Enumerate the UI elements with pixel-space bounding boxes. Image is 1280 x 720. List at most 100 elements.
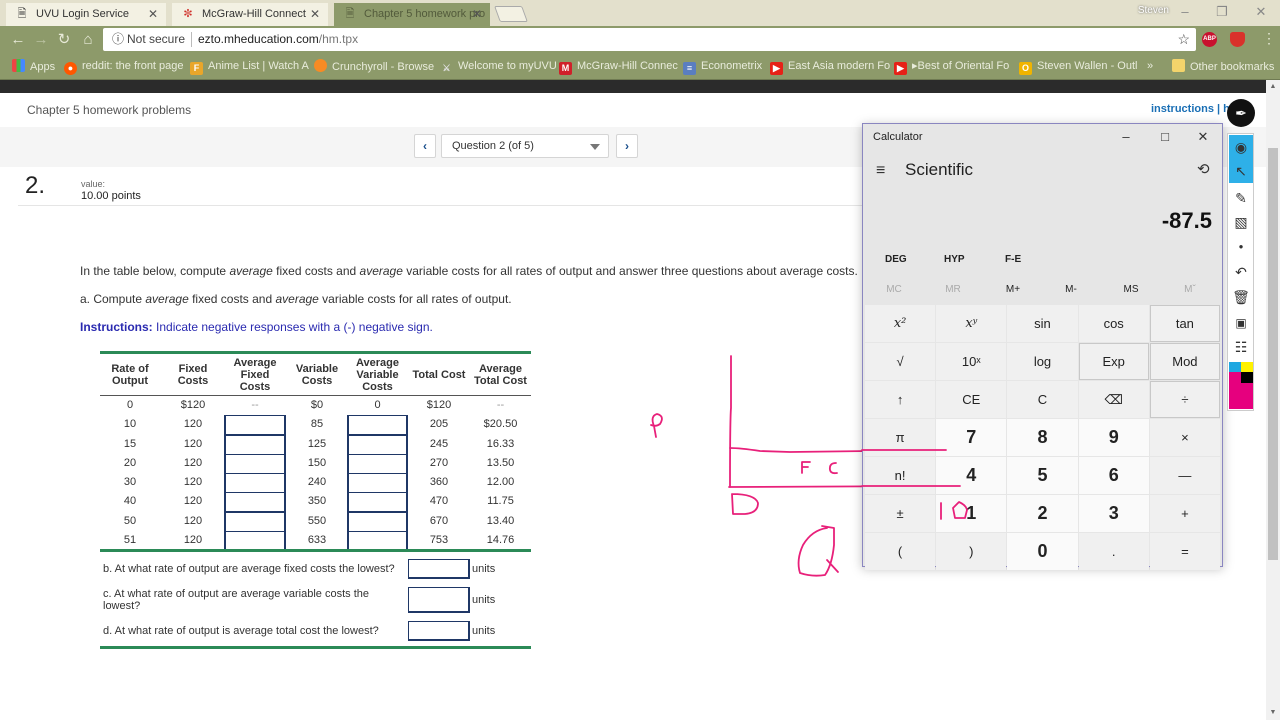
eraser-icon[interactable]: ▧: [1229, 210, 1253, 234]
key-equals[interactable]: =: [1149, 533, 1220, 570]
key-multiply[interactable]: ×: [1149, 419, 1220, 456]
key-eight[interactable]: 8: [1007, 419, 1078, 456]
key-nine[interactable]: 9: [1078, 419, 1149, 456]
memory-m-minus-button[interactable]: M-: [1046, 284, 1096, 295]
deg-toggle[interactable]: DEG: [885, 254, 907, 265]
key-sqrt[interactable]: √: [865, 343, 936, 380]
next-question-button[interactable]: ›: [616, 134, 638, 158]
key-tan[interactable]: tan: [1149, 305, 1220, 342]
question-c-answer-input[interactable]: [408, 587, 470, 613]
bookmark-star-icon[interactable]: ☆: [1177, 28, 1190, 51]
bookmark-apps[interactable]: Apps: [12, 59, 55, 74]
calculator-minimize-icon[interactable]: –: [1111, 127, 1141, 147]
bookmark-reddit[interactable]: ● reddit: the front page: [64, 59, 184, 75]
key-close-paren[interactable]: ): [936, 533, 1007, 570]
key-three[interactable]: 3: [1078, 495, 1149, 532]
key-pi[interactable]: π: [865, 419, 936, 456]
key-decimal[interactable]: .: [1078, 533, 1149, 570]
color-swatch-cyan[interactable]: [1229, 362, 1241, 372]
new-tab-button[interactable]: [494, 6, 528, 22]
key-ten-power[interactable]: 10ˣ: [936, 343, 1007, 380]
color-swatch-black[interactable]: [1241, 372, 1253, 383]
key-add[interactable]: +: [1149, 495, 1220, 532]
page-scrollbar[interactable]: ▲ ▼: [1266, 80, 1280, 720]
key-mod[interactable]: Mod: [1149, 343, 1220, 380]
clipboard-icon[interactable]: ☷: [1229, 335, 1253, 359]
home-icon[interactable]: ⌂: [78, 30, 98, 50]
key-six[interactable]: 6: [1078, 457, 1149, 494]
average-fixed-cost-input[interactable]: [224, 415, 286, 436]
question-b-answer-input[interactable]: [408, 559, 470, 579]
chrome-menu-icon[interactable]: ⋮: [1262, 30, 1276, 47]
bookmark-econometrix[interactable]: ≡ Econometrix: [683, 59, 762, 75]
scroll-up-icon[interactable]: ▲: [1266, 80, 1280, 94]
key-backspace[interactable]: ⌫: [1078, 381, 1149, 418]
scrollbar-thumb[interactable]: [1268, 148, 1278, 560]
calculator-maximize-icon[interactable]: □: [1150, 127, 1180, 147]
bookmark-mcgraw-hill[interactable]: M McGraw-Hill Connec: [559, 59, 678, 75]
tab-mcgraw-hill[interactable]: ✼ McGraw-Hill Connect ✕: [172, 3, 328, 26]
scroll-down-icon[interactable]: ▼: [1266, 706, 1280, 720]
profile-name[interactable]: Steven: [1138, 5, 1169, 16]
average-variable-cost-input[interactable]: [347, 473, 408, 494]
memory-memory-list-button[interactable]: Mˇ: [1165, 284, 1215, 295]
key-shift[interactable]: ↑: [865, 381, 936, 418]
privacy-shield-icon[interactable]: [1230, 32, 1245, 47]
close-tab-icon[interactable]: ✕: [472, 3, 482, 25]
tab-chapter5-homework[interactable]: 🗎 Chapter 5 homework pro ✕: [334, 3, 490, 26]
tab-uvu-login[interactable]: 🗎 UVU Login Service ✕: [6, 3, 166, 26]
key-exp[interactable]: Exp: [1078, 343, 1149, 380]
key-two[interactable]: 2: [1007, 495, 1078, 532]
key-square[interactable]: x²: [865, 305, 936, 342]
key-negate[interactable]: ±: [865, 495, 936, 532]
close-tab-icon[interactable]: ✕: [148, 3, 158, 25]
camera-icon[interactable]: ▣: [1229, 311, 1253, 335]
key-one[interactable]: 1: [936, 495, 1007, 532]
memory-ms-button[interactable]: MS: [1106, 284, 1156, 295]
key-factorial[interactable]: n!: [865, 457, 936, 494]
dot-size-icon[interactable]: ●: [1229, 235, 1253, 259]
close-window-icon[interactable]: ✕: [1246, 2, 1276, 22]
key-clear-entry[interactable]: CE: [936, 381, 1007, 418]
key-cos[interactable]: cos: [1078, 305, 1149, 342]
forward-icon[interactable]: →: [31, 30, 51, 50]
pen-nib-tool-icon[interactable]: ✒: [1227, 99, 1255, 127]
key-clear[interactable]: C: [1007, 381, 1078, 418]
close-tab-icon[interactable]: ✕: [310, 3, 320, 25]
bookmark-east-asia[interactable]: ▶ East Asia modern Fo: [770, 59, 890, 75]
memory-mr-button[interactable]: MR: [928, 284, 978, 295]
average-variable-cost-input[interactable]: [347, 415, 408, 436]
back-icon[interactable]: ←: [8, 30, 28, 50]
question-d-answer-input[interactable]: [408, 621, 470, 641]
average-variable-cost-input[interactable]: [347, 492, 408, 513]
bookmarks-overflow[interactable]: »: [1147, 59, 1153, 73]
key-subtract[interactable]: —: [1149, 457, 1220, 494]
bookmark-oriental[interactable]: ▶ ▸Best of Oriental Fo: [894, 59, 1009, 75]
memory-mc-button[interactable]: MC: [869, 284, 919, 295]
question-select[interactable]: Question 2 (of 5): [441, 134, 609, 158]
key-divide[interactable]: ÷: [1149, 381, 1220, 418]
reload-icon[interactable]: ↻: [54, 30, 74, 50]
instructions-help-links[interactable]: instructions | he: [1151, 103, 1236, 115]
hyp-toggle[interactable]: HYP: [944, 254, 965, 265]
key-log[interactable]: log: [1007, 343, 1078, 380]
key-seven[interactable]: 7: [936, 419, 1007, 456]
average-fixed-cost-input[interactable]: [224, 473, 286, 494]
address-bar[interactable]: ⓘ Not secure ezto.mheducation.com/hm.tpx…: [103, 28, 1196, 51]
history-icon[interactable]: ⟲: [1197, 160, 1210, 178]
key-open-paren[interactable]: (: [865, 533, 936, 570]
average-fixed-cost-input[interactable]: [224, 492, 286, 513]
average-fixed-cost-input[interactable]: [224, 434, 286, 455]
average-fixed-cost-input[interactable]: [224, 453, 286, 474]
pointer-icon[interactable]: ↖: [1229, 159, 1253, 183]
key-five[interactable]: 5: [1007, 457, 1078, 494]
pen-icon[interactable]: ✎: [1229, 186, 1253, 210]
average-variable-cost-input[interactable]: [347, 511, 408, 532]
bookmark-myuvu[interactable]: ⚔ Welcome to myUVU: [440, 59, 556, 75]
calculator-close-icon[interactable]: ✕: [1188, 127, 1218, 147]
bookmark-anime-list[interactable]: F Anime List | Watch A: [190, 59, 309, 75]
bookmark-other[interactable]: Other bookmarks: [1172, 59, 1274, 74]
adblock-plus-icon[interactable]: ABP: [1202, 32, 1217, 47]
fe-toggle[interactable]: F-E: [1005, 254, 1021, 265]
average-variable-cost-input[interactable]: [347, 434, 408, 455]
